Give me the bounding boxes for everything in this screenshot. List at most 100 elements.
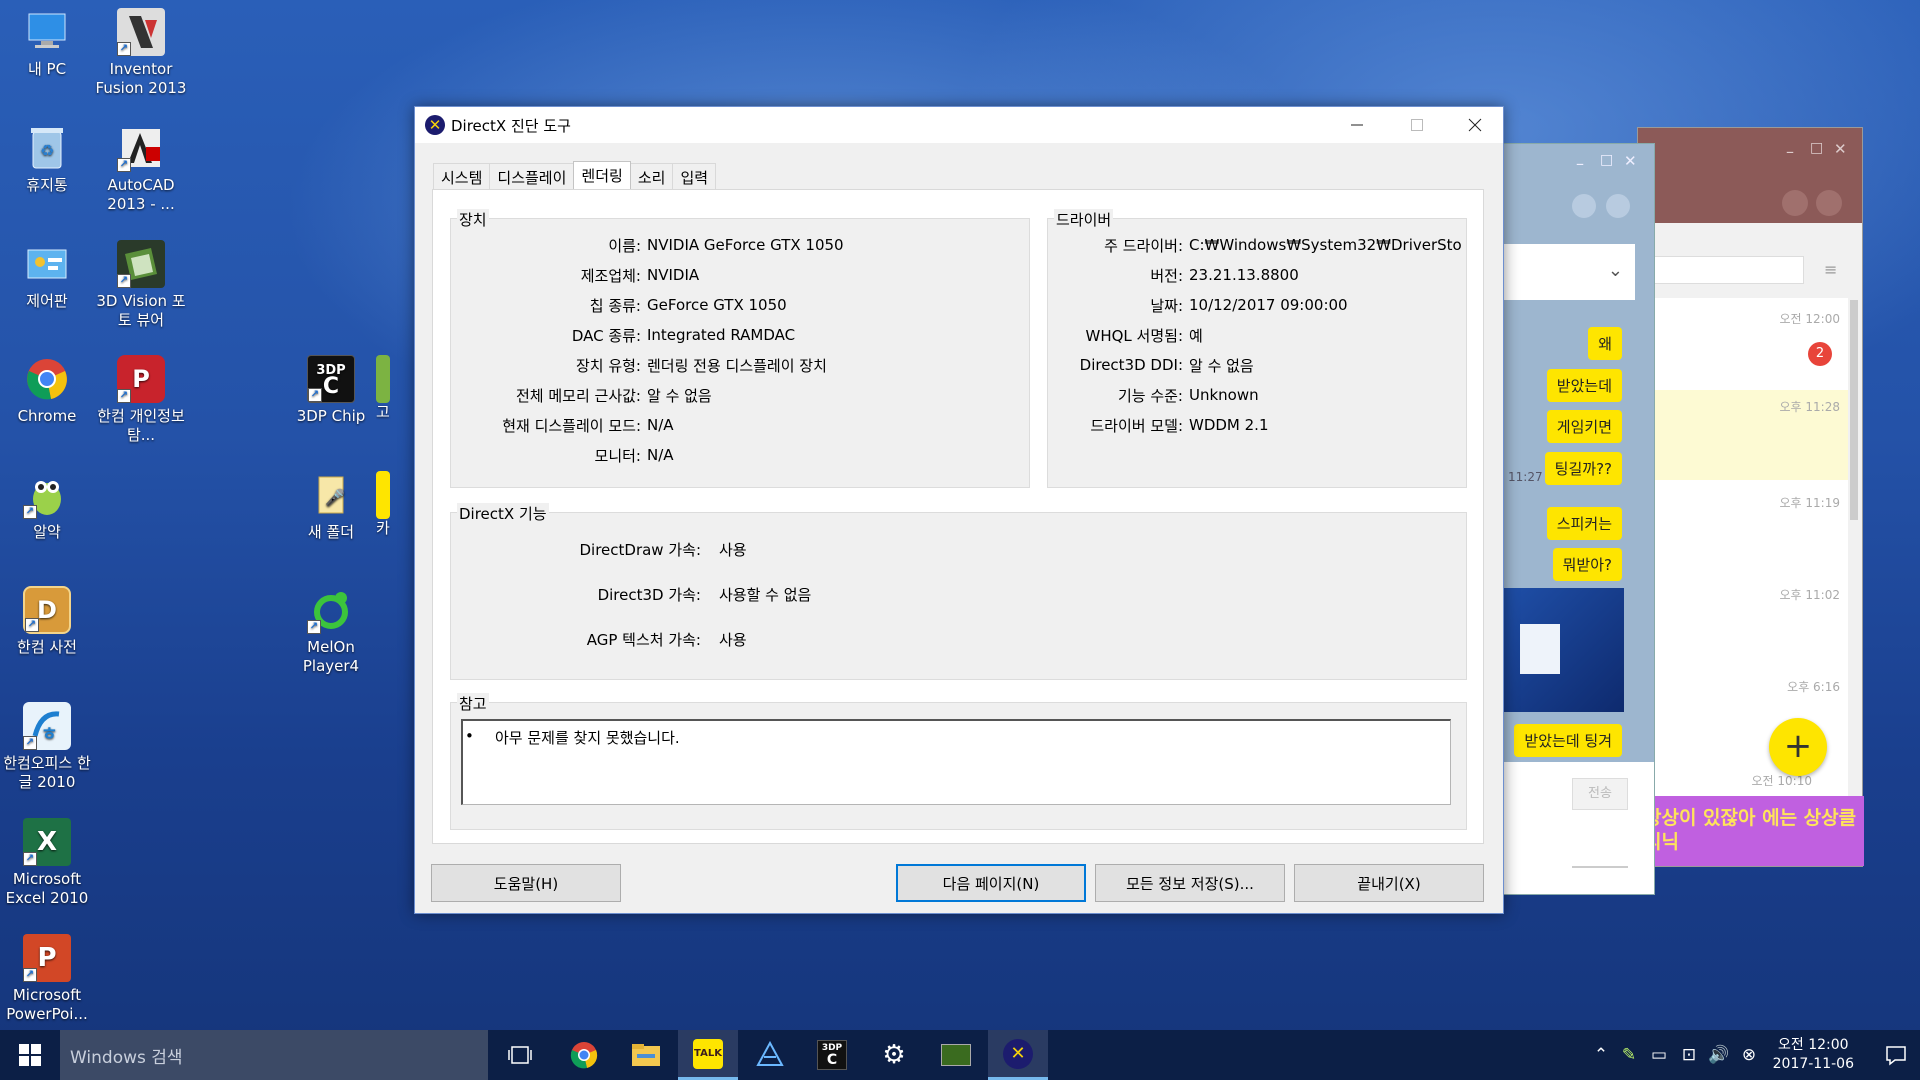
taskbar-search[interactable]: Windows 검색 — [60, 1030, 488, 1080]
desktop-icon-excel[interactable]: X ↗ Microsoft Excel 2010 — [0, 818, 97, 908]
help-button[interactable]: 도움말(H) — [431, 864, 621, 902]
desktop-icon-my-pc[interactable]: 내 PC — [0, 8, 97, 79]
network-icon[interactable]: ⊡ — [1674, 1045, 1704, 1065]
desktop-icon-hancom-privacy[interactable]: P ↗ 한컴 개인정보탐... — [91, 355, 191, 445]
directx-icon: ✕ — [1003, 1038, 1033, 1069]
desktop-icon-chrome[interactable]: Chrome — [0, 355, 97, 426]
display-mode-label: 현재 디스플레이 모드: — [502, 416, 641, 435]
kakaotalk-search[interactable] — [1654, 256, 1804, 284]
chat-bubble: 팅길까?? — [1544, 452, 1622, 485]
alyac-icon: ↗ — [23, 471, 71, 519]
ad-banner[interactable]: 상상이 있잖아 에는 상상클리닉 — [1638, 796, 1864, 866]
desktop-icon-new-folder[interactable]: 🎤 새 폴더 — [281, 471, 381, 542]
powerpoint-icon: P ↗ — [23, 934, 71, 982]
taskbar-3dp-chip[interactable]: 3DP C — [802, 1030, 862, 1080]
taskbar-file-explorer[interactable] — [616, 1030, 676, 1080]
desktop-icon-label: Chrome — [17, 407, 77, 425]
timestamp: 오후 11:28 — [1779, 400, 1840, 414]
desktop-icon-3d-vision[interactable]: ↗ 3D Vision 포토 뷰어 — [91, 240, 191, 330]
kakaotalk-chat-window[interactable]: – □ ✕ ⌄ 왜 받았는데 게임키면 팅길까?? 11:27 스피커는 뭐받아… — [1497, 143, 1655, 895]
desktop-icon-recycle-bin[interactable]: ♻ 휴지통 — [0, 124, 97, 195]
bell-icon[interactable] — [1572, 194, 1596, 218]
desktop-icon-alyac[interactable]: ↗ 알약 — [0, 471, 97, 542]
ad-banner-text: 상상이 있잖아 에는 상상클리닉 — [1644, 807, 1857, 853]
scrollbar[interactable] — [1850, 300, 1858, 520]
start-button[interactable] — [0, 1030, 60, 1080]
chevron-up-icon[interactable]: ⌃ — [1588, 1045, 1614, 1065]
directdraw-accel-value: 사용 — [719, 540, 747, 559]
note-text: 아무 문제를 찾지 못했습니다. — [495, 729, 680, 747]
desktop-icon-partial-2[interactable]: 카 — [376, 471, 406, 538]
next-page-button[interactable]: 다음 페이지(N) — [896, 864, 1086, 902]
exit-button[interactable]: 끝내기(X) — [1294, 864, 1484, 902]
save-all-info-button[interactable]: 모든 정보 저장(S)... — [1095, 864, 1285, 902]
taskbar-autodesk[interactable] — [740, 1030, 800, 1080]
chat-header-dropdown[interactable]: ⌄ — [1498, 244, 1635, 300]
menu-icon[interactable] — [1606, 194, 1630, 218]
chat-input-area[interactable]: 전송 — [1498, 762, 1654, 894]
taskbar-chrome[interactable] — [554, 1030, 614, 1080]
close-icon[interactable]: ✕ — [1834, 140, 1847, 158]
add-chat-button[interactable]: + — [1769, 718, 1827, 776]
maximize-icon[interactable]: □ — [1600, 152, 1613, 168]
feature-level-label: 기능 수준: — [1117, 386, 1183, 405]
defender-icon[interactable]: ⊗ — [1734, 1045, 1764, 1065]
directx-icon: ✕ — [425, 115, 445, 135]
chat-image-thumbnail[interactable] — [1502, 588, 1624, 712]
menu-icon[interactable] — [1816, 190, 1842, 216]
notes-textbox[interactable]: • 아무 문제를 찾지 못했습니다. — [461, 719, 1451, 805]
send-button[interactable]: 전송 — [1572, 778, 1628, 810]
taskbar-nvidia[interactable] — [926, 1030, 986, 1080]
feature-row: AGP 텍스처 가속: 사용 — [451, 629, 747, 649]
volume-icon[interactable]: 🔊 — [1704, 1045, 1734, 1065]
desktop-icon-inventor-fusion[interactable]: ↗ Inventor Fusion 2013 — [91, 8, 191, 98]
device-group: 장치 이름: NVIDIA GeForce GTX 1050 제조업체: NVIDI… — [450, 209, 1030, 488]
3dp-chip-icon: 3DP C — [817, 1040, 847, 1070]
maximize-button[interactable] — [1387, 107, 1447, 143]
clock[interactable]: 오전 12:00 2017-11-06 — [1773, 1036, 1854, 1074]
desktop-icon-label: 알약 — [33, 523, 61, 541]
close-button[interactable] — [1445, 107, 1505, 143]
taskbar-kakaotalk[interactable]: TALK — [678, 1030, 738, 1080]
slider[interactable] — [1572, 866, 1628, 868]
desktop-icon-label: 한컴 사전 — [17, 638, 77, 656]
desktop-icon-powerpoint[interactable]: P ↗ Microsoft PowerPoi... — [0, 934, 97, 1024]
desktop-icon-hancom-dict[interactable]: D ↗ 한컴 사전 — [0, 586, 97, 657]
menu-icon[interactable]: ≡ — [1824, 260, 1837, 279]
title-bar[interactable]: ✕ DirectX 진단 도구 — [415, 107, 1503, 143]
driver-row: 버전: 23.21.13.8800 — [1048, 265, 1298, 285]
battery-icon[interactable]: ▭ — [1644, 1045, 1674, 1065]
chevron-down-icon[interactable]: ⌄ — [1608, 260, 1623, 281]
desktop-icon-melon[interactable]: ↗ MelOn Player4 — [281, 586, 381, 676]
desktop-icon-autocad[interactable]: ↗ AutoCAD 2013 - ... — [91, 124, 191, 214]
chat-bubble: 뭐받아? — [1552, 548, 1622, 581]
desktop-icon-hangul-2010[interactable]: ㅎ ↗ 한컴오피스 한글 2010 — [0, 702, 97, 792]
minimize-button[interactable] — [1327, 107, 1387, 143]
dxdiag-window[interactable]: ✕ DirectX 진단 도구 시스템 디스플레이 렌더링 소리 입력 장치 이… — [414, 106, 1504, 914]
minimize-icon[interactable]: – — [1576, 154, 1584, 173]
main-driver-label: 주 드라이버: — [1104, 236, 1183, 255]
kakaotalk-main-window[interactable]: – □ ✕ ≡ 오전 12:00 2 오후 11:28 오후 11:19 오후 … — [1637, 127, 1864, 867]
timestamp: 오후 11:02 — [1779, 588, 1840, 602]
device-row: DAC 종류: Integrated RAMDAC — [451, 325, 795, 345]
close-icon[interactable]: ✕ — [1624, 152, 1637, 170]
bell-icon[interactable] — [1782, 190, 1808, 216]
d3d-ddi-label: Direct3D DDI: — [1079, 356, 1183, 374]
notification-center-button[interactable] — [1884, 1043, 1908, 1067]
task-view-button[interactable] — [490, 1030, 550, 1080]
monitor-label: 모니터: — [594, 446, 641, 465]
window-title: DirectX 진단 도구 — [451, 116, 571, 135]
taskbar-directx[interactable]: ✕ — [988, 1030, 1048, 1080]
pen-icon[interactable]: ✎ — [1614, 1045, 1644, 1065]
desktop-icon-label: Microsoft PowerPoi... — [6, 986, 88, 1023]
driver-row: 날짜: 10/12/2017 09:00:00 — [1048, 295, 1347, 315]
chat-bubble: 받았는데 팅겨 — [1514, 724, 1622, 757]
clock-date: 2017-11-06 — [1772, 1056, 1854, 1072]
minimize-icon[interactable]: – — [1786, 142, 1794, 161]
taskbar-settings[interactable]: ⚙ — [864, 1030, 924, 1080]
dac-type-value: Integrated RAMDAC — [647, 326, 796, 344]
desktop-icon-3dp-chip[interactable]: 3DP C ↗ 3DP Chip — [281, 355, 381, 426]
desktop-icon-control-panel[interactable]: 제어판 — [0, 240, 97, 311]
maximize-icon[interactable]: □ — [1810, 140, 1823, 156]
desktop-icon-partial-1[interactable]: 고 — [376, 355, 406, 422]
